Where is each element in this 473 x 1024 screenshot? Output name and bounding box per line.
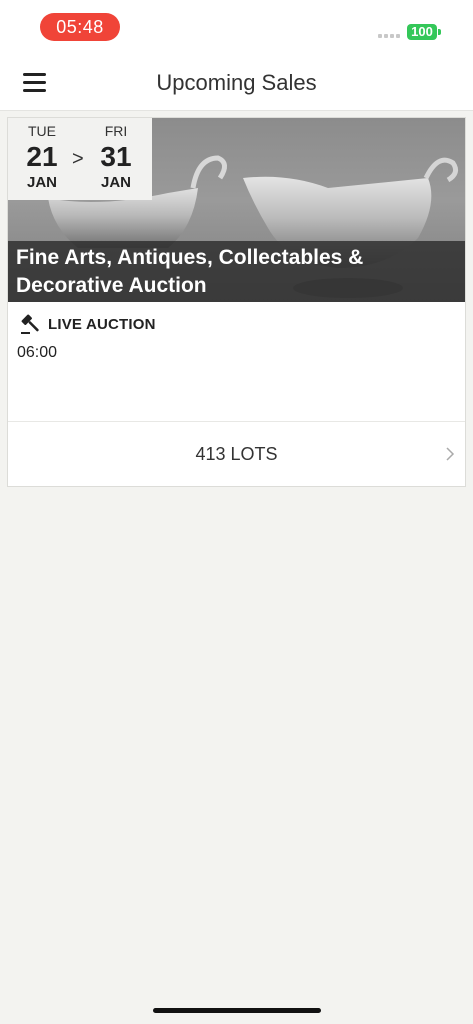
status-time: 05:48 bbox=[40, 13, 120, 41]
start-date: TUE 21 JAN bbox=[17, 123, 67, 191]
end-weekday: FRI bbox=[104, 123, 128, 139]
navigation-bar: Upcoming Sales bbox=[0, 56, 473, 111]
status-bar: 05:48 100 bbox=[0, 0, 473, 56]
sale-date-range: TUE 21 JAN > FRI 31 JAN bbox=[8, 118, 152, 200]
end-month: JAN bbox=[100, 174, 131, 191]
sale-image[interactable]: TUE 21 JAN > FRI 31 JAN Fine Arts, Antiq… bbox=[8, 118, 465, 302]
end-day: 31 bbox=[100, 141, 132, 172]
lots-link[interactable]: 413 LOTS bbox=[8, 421, 465, 487]
sale-title[interactable]: Fine Arts, Antiques, Collectables & Deco… bbox=[16, 244, 456, 300]
end-date: FRI 31 JAN bbox=[91, 123, 141, 191]
battery-level: 100 bbox=[407, 24, 437, 40]
lots-count: 413 LOTS bbox=[195, 444, 278, 464]
start-month: JAN bbox=[26, 174, 57, 191]
sale-title-band: Fine Arts, Antiques, Collectables & Deco… bbox=[8, 241, 465, 302]
sale-time: 06:00 bbox=[17, 344, 58, 361]
home-indicator[interactable] bbox=[153, 1008, 321, 1013]
date-separator: > bbox=[72, 148, 84, 170]
page-title: Upcoming Sales bbox=[156, 70, 317, 95]
battery-icon bbox=[438, 29, 441, 35]
gavel-icon bbox=[21, 314, 39, 334]
chevron-right-icon bbox=[446, 447, 455, 461]
start-weekday: TUE bbox=[28, 123, 56, 139]
auction-type: LIVE AUCTION bbox=[20, 313, 156, 335]
start-day: 21 bbox=[26, 141, 58, 172]
auction-type-label: LIVE AUCTION bbox=[48, 315, 156, 333]
signal-icon bbox=[378, 34, 400, 38]
sale-card[interactable]: TUE 21 JAN > FRI 31 JAN Fine Arts, Antiq… bbox=[7, 117, 466, 487]
